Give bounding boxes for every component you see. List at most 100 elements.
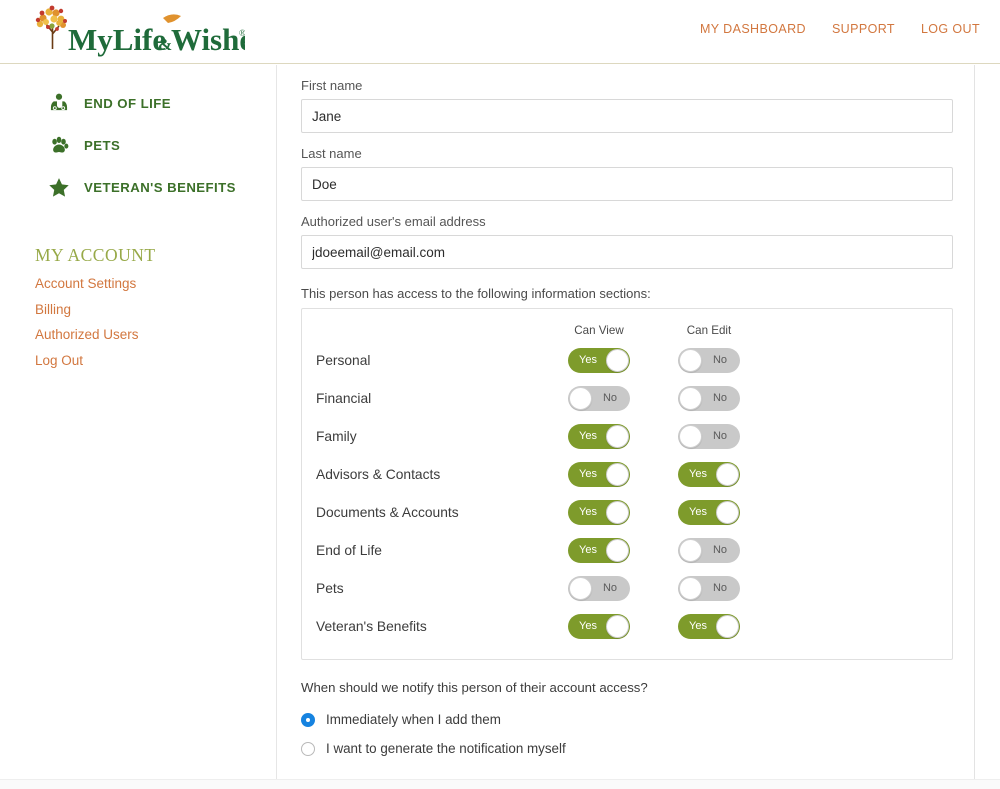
toggle-state-label: No <box>602 391 618 404</box>
sidebar-link-account-settings[interactable]: Account Settings <box>35 276 276 291</box>
first-name-input[interactable] <box>301 99 953 133</box>
sidebar-item-label: END OF LIFE <box>84 95 172 111</box>
toggle-state-label: Yes <box>689 619 707 632</box>
permission-row: Documents & Accounts Yes Yes <box>302 493 952 531</box>
permissions-panel: Can View Can Edit Personal Yes No Financial… <box>301 308 953 660</box>
sidebar-item-end-of-life[interactable]: END OF LIFE <box>0 82 276 124</box>
permission-section-label: Financial <box>316 390 372 406</box>
toggle-can-view-advisors-contacts[interactable]: Yes <box>568 461 630 487</box>
header-nav: MY DASHBOARD SUPPORT LOG OUT <box>700 22 980 36</box>
toggle-knob[interactable] <box>606 500 629 524</box>
permission-section-label: Veteran's Benefits <box>316 618 427 634</box>
can-edit-cell: Yes <box>654 613 764 639</box>
toggle-knob[interactable] <box>716 614 739 638</box>
permission-section-label: Family <box>316 428 357 444</box>
my-account-heading: MY ACCOUNT <box>35 245 156 265</box>
toggle-can-edit-personal[interactable]: No <box>678 347 740 373</box>
toggle-can-view-veteran-s-benefits[interactable]: Yes <box>568 613 630 639</box>
toggle-knob[interactable] <box>716 500 739 524</box>
toggle-knob[interactable] <box>679 386 702 410</box>
toggle-can-edit-end-of-life[interactable]: No <box>678 537 740 563</box>
toggle-knob[interactable] <box>679 348 702 372</box>
notify-option-immediately[interactable]: Immediately when I add them <box>301 705 949 734</box>
main-content: First name Last name Authorized user's e… <box>278 65 975 789</box>
can-edit-cell: No <box>654 423 764 449</box>
can-edit-cell: No <box>654 385 764 411</box>
toggle-knob[interactable] <box>679 576 702 600</box>
sidebar-nav: END OF LIFE PETS VETERAN'S BENEFITS <box>0 65 276 208</box>
toggle-state-label: Yes <box>689 467 707 480</box>
right-gutter <box>976 65 1000 789</box>
toggle-can-view-family[interactable]: Yes <box>568 423 630 449</box>
toggle-can-edit-veteran-s-benefits[interactable]: Yes <box>678 613 740 639</box>
can-view-cell: Yes <box>544 461 654 487</box>
can-view-cell: No <box>544 575 654 601</box>
toggle-state-label: No <box>712 429 728 442</box>
mylifeandwishes-logo-icon: MyLife & Wishes ® <box>35 5 245 57</box>
header-link-support[interactable]: SUPPORT <box>832 22 895 36</box>
toggle-can-view-financial[interactable]: No <box>568 385 630 411</box>
can-view-cell: Yes <box>544 423 654 449</box>
last-name-input[interactable] <box>301 167 953 201</box>
toggle-state-label: Yes <box>579 353 597 366</box>
email-label: Authorized user's email address <box>301 214 486 229</box>
notify-question: When should we notify this person of the… <box>301 680 648 695</box>
radio-button-selected-icon[interactable] <box>301 712 315 727</box>
email-field-group: Authorized user's email address <box>301 214 953 269</box>
column-header-can-view: Can View <box>574 323 624 337</box>
notify-option-label: Immediately when I add them <box>326 712 501 727</box>
toggle-can-edit-family[interactable]: No <box>678 423 740 449</box>
toggle-knob[interactable] <box>606 424 629 448</box>
header-link-my-dashboard[interactable]: MY DASHBOARD <box>700 22 806 36</box>
sidebar-link-billing[interactable]: Billing <box>35 302 276 317</box>
toggle-can-view-end-of-life[interactable]: Yes <box>568 537 630 563</box>
sidebar-link-authorized-users[interactable]: Authorized Users <box>35 327 276 342</box>
email-input[interactable] <box>301 235 953 269</box>
toggle-can-edit-pets[interactable]: No <box>678 575 740 601</box>
toggle-knob[interactable] <box>569 576 592 600</box>
permission-row: Advisors & Contacts Yes Yes <box>302 455 952 493</box>
svg-text:Wishes: Wishes <box>171 22 245 57</box>
access-sections-note: This person has access to the following … <box>301 286 651 301</box>
toggle-knob[interactable] <box>606 462 629 486</box>
can-view-cell: Yes <box>544 613 654 639</box>
toggle-can-view-documents-accounts[interactable]: Yes <box>568 499 630 525</box>
can-edit-cell: No <box>654 537 764 563</box>
sidebar-item-pets[interactable]: PETS <box>0 124 276 166</box>
toggle-can-view-personal[interactable]: Yes <box>568 347 630 373</box>
toggle-knob[interactable] <box>679 424 702 448</box>
notify-option-generate-myself[interactable]: I want to generate the notification myse… <box>301 734 949 763</box>
star-icon <box>48 176 70 198</box>
toggle-knob[interactable] <box>679 538 702 562</box>
permission-row: Veteran's Benefits Yes Yes <box>302 607 952 645</box>
toggle-knob[interactable] <box>569 386 592 410</box>
toggle-knob[interactable] <box>606 348 629 372</box>
toggle-state-label: No <box>602 581 618 594</box>
can-view-cell: Yes <box>544 347 654 373</box>
permission-row: Financial No No <box>302 379 952 417</box>
first-name-field-group: First name <box>301 78 953 133</box>
permissions-header-row: Can View Can Edit <box>302 319 952 341</box>
svg-text:®: ® <box>239 28 245 38</box>
toggle-can-edit-financial[interactable]: No <box>678 385 740 411</box>
sidebar: END OF LIFE PETS VETERAN'S BENEFITS MY A… <box>0 65 277 789</box>
radio-button-icon[interactable] <box>301 741 315 756</box>
permission-section-label: Documents & Accounts <box>316 504 459 520</box>
toggle-can-edit-documents-accounts[interactable]: Yes <box>678 499 740 525</box>
permissions-rows: Personal Yes No Financial No No Family Yes No Adv… <box>302 341 952 645</box>
toggle-state-label: Yes <box>579 505 597 518</box>
toggle-knob[interactable] <box>606 614 629 638</box>
sidebar-item-label: VETERAN'S BENEFITS <box>84 179 236 195</box>
toggle-knob[interactable] <box>716 462 739 486</box>
toggle-state-label: Yes <box>579 467 597 480</box>
header-link-log-out[interactable]: LOG OUT <box>921 22 980 36</box>
toggle-knob[interactable] <box>606 538 629 562</box>
footer-strip <box>0 779 1000 789</box>
permission-row: End of Life Yes No <box>302 531 952 569</box>
toggle-can-view-pets[interactable]: No <box>568 575 630 601</box>
toggle-can-edit-advisors-contacts[interactable]: Yes <box>678 461 740 487</box>
toggle-state-label: Yes <box>579 429 597 442</box>
sidebar-item-veterans-benefits[interactable]: VETERAN'S BENEFITS <box>0 166 276 208</box>
site-logo[interactable]: MyLife & Wishes ® <box>30 2 245 60</box>
sidebar-link-log-out[interactable]: Log Out <box>35 353 276 368</box>
